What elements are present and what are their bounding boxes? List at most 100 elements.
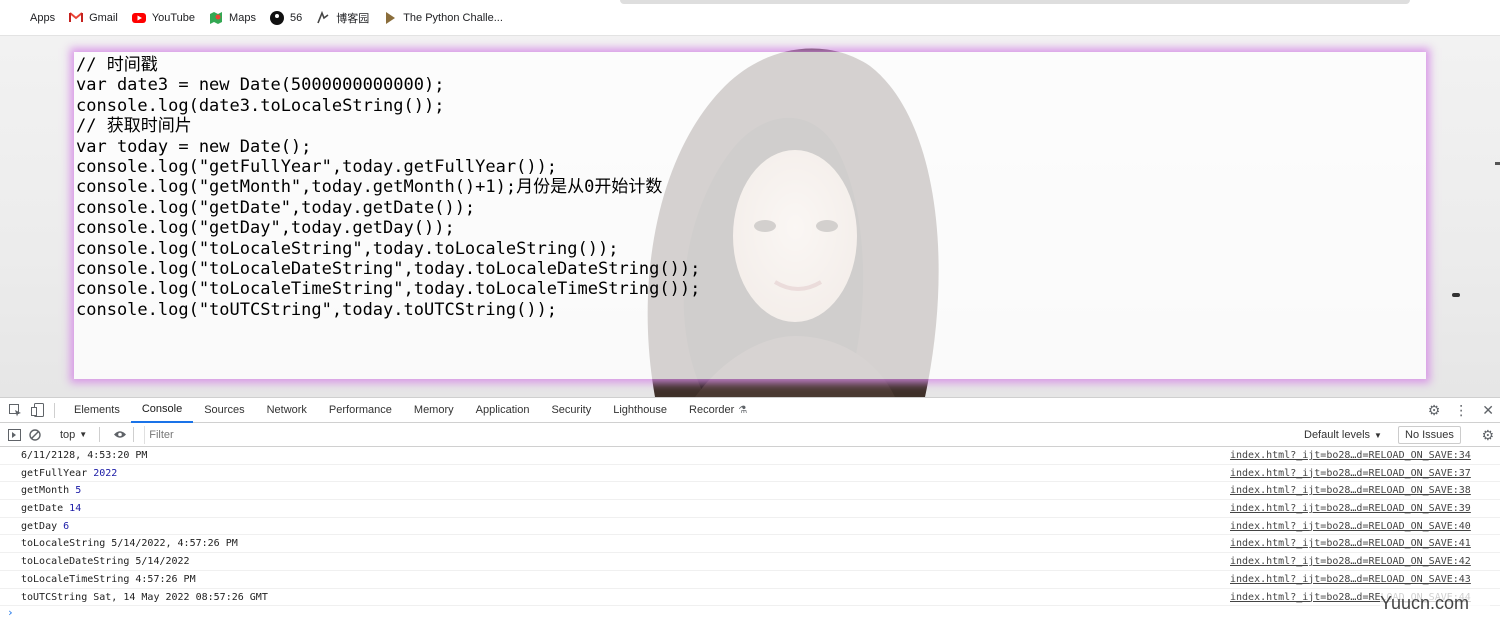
console-source-link[interactable]: index.html?_ijt=bo28…d=RELOAD_ON_SAVE:34 <box>1230 450 1471 461</box>
bookmark-label: 56 <box>289 11 303 24</box>
toolbar-divider <box>54 402 55 418</box>
youtube-icon <box>131 11 146 25</box>
console-row: toLocaleDateString 5/14/2022 index.html?… <box>0 553 1500 571</box>
bookmark-label: Apps <box>30 11 56 24</box>
code-line: // 时间戳 <box>76 55 158 75</box>
console-row: toLocaleString 5/14/2022, 4:57:26 PM ind… <box>0 535 1500 554</box>
toolbar-divider <box>133 427 135 442</box>
show-sidebar-icon[interactable] <box>7 428 21 442</box>
bookmark-56[interactable]: 56 <box>269 7 303 29</box>
bookmark-maps[interactable]: Maps <box>209 7 256 29</box>
dropdown-arrow-icon: ▼ <box>1374 430 1382 440</box>
tab-lighthouse[interactable]: Lighthouse <box>602 398 678 423</box>
site-56-icon <box>269 10 284 25</box>
watermark: Yuucn.com <box>1380 593 1490 615</box>
maps-icon <box>209 11 223 25</box>
issues-button[interactable]: No Issues <box>1398 426 1461 444</box>
bookmark-label: 博客园 <box>336 12 370 25</box>
live-expression-eye-icon[interactable] <box>113 428 127 442</box>
bookmark-gmail[interactable]: Gmail <box>69 7 118 29</box>
tab-recorder-label: Recorder <box>689 404 735 416</box>
close-devtools-icon[interactable]: ✕ <box>1482 402 1494 419</box>
console-message: getDay 6 <box>21 520 70 532</box>
console-message: getDate 14 <box>21 503 82 515</box>
devtools-actions: ⚙ ⋮ ✕ <box>1414 398 1494 423</box>
console-message: toUTCString Sat, 14 May 2022 08:57:26 GM… <box>21 591 268 603</box>
code-lines: // 时间戳 var date3 = new Date(500000000000… <box>74 52 1426 320</box>
tab-sources[interactable]: Sources <box>193 398 255 423</box>
python-challenge-icon <box>383 11 397 25</box>
console-source-link[interactable]: index.html?_ijt=bo28…d=RELOAD_ON_SAVE:40 <box>1230 521 1471 532</box>
tab-console[interactable]: Console <box>130 398 194 423</box>
code-line: console.log("getDay",today.getDay()); <box>76 218 455 239</box>
context-value: top <box>60 428 76 441</box>
code-line: console.log("getFullYear",today.getFullY… <box>76 157 558 178</box>
execution-context-select[interactable]: top ▼ <box>54 429 93 441</box>
device-toolbar-icon[interactable] <box>30 403 44 417</box>
console-row: getDate 14 index.html?_ijt=bo28…d=RELOAD… <box>0 500 1500 518</box>
code-line: // 获取时间片 <box>76 116 192 137</box>
code-line: var today = new Date(); <box>76 136 312 157</box>
bookmark-apps[interactable]: Apps <box>10 7 55 29</box>
tab-network[interactable]: Network <box>256 398 318 423</box>
code-line: console.log("toLocaleTimeString",today.t… <box>76 279 701 300</box>
tab-recorder[interactable]: Recorder ⚗ <box>678 398 758 423</box>
console-message: toLocaleTimeString 4:57:26 PM <box>21 573 196 585</box>
bookmark-label: YouTube <box>151 11 196 24</box>
tab-application[interactable]: Application <box>465 398 541 423</box>
console-prompt-chevron-icon: › <box>7 606 14 620</box>
bookmarks-bar: Apps Gmail YouTube Maps 56 博客园 The Pytho… <box>0 0 1500 36</box>
code-line: console.log("getDate",today.getDate()); <box>76 197 476 218</box>
bookmark-label: Gmail <box>89 11 118 24</box>
bookmark-label: The Python Challe... <box>403 11 503 24</box>
code-line: console.log("toLocaleDateString",today.t… <box>76 259 701 280</box>
more-options-icon[interactable]: ⋮ <box>1454 402 1468 419</box>
console-source-link[interactable]: index.html?_ijt=bo28…d=RELOAD_ON_SAVE:39 <box>1230 503 1471 514</box>
tab-strip-edge <box>620 0 1410 4</box>
console-message: getFullYear 2022 <box>21 467 118 479</box>
console-row: getDay 6 index.html?_ijt=bo28…d=RELOAD_O… <box>0 518 1500 536</box>
console-source-link[interactable]: index.html?_ijt=bo28…d=RELOAD_ON_SAVE:37 <box>1230 468 1471 479</box>
bookmark-label: Maps <box>229 11 256 24</box>
console-messages: 6/11/2128, 4:53:20 PM index.html?_ijt=bo… <box>0 447 1500 624</box>
console-source-link[interactable]: index.html?_ijt=bo28…d=RELOAD_ON_SAVE:42 <box>1230 556 1471 567</box>
console-row: toUTCString Sat, 14 May 2022 08:57:26 GM… <box>0 589 1500 607</box>
console-source-link[interactable]: index.html?_ijt=bo28…d=RELOAD_ON_SAVE:38 <box>1230 485 1471 496</box>
tab-performance[interactable]: Performance <box>318 398 403 423</box>
toolbar-divider <box>99 427 101 442</box>
tab-memory[interactable]: Memory <box>403 398 465 423</box>
page-viewport: // 时间戳 var date3 = new Date(500000000000… <box>0 36 1500 397</box>
bookmark-youtube[interactable]: YouTube <box>131 7 196 29</box>
clear-console-icon[interactable] <box>28 428 42 442</box>
console-message: getMonth 5 <box>21 485 82 497</box>
tab-security[interactable]: Security <box>540 398 602 423</box>
console-settings-gear-icon[interactable]: ⚙ <box>1481 427 1494 444</box>
code-line: console.log(date3.toLocaleString()); <box>76 95 445 116</box>
console-row: getFullYear 2022 index.html?_ijt=bo28…d=… <box>0 465 1500 483</box>
inspect-element-icon[interactable] <box>8 403 22 417</box>
cnblogs-icon <box>316 10 330 25</box>
code-line: console.log("toUTCString",today.toUTCStr… <box>76 299 558 320</box>
bookmark-cnblogs[interactable]: 博客园 <box>316 7 369 29</box>
background-speck <box>1452 293 1460 297</box>
code-line: var date3 = new Date(5000000000000); <box>76 75 445 96</box>
apps-grid-icon <box>10 11 24 25</box>
tab-elements[interactable]: Elements <box>63 398 131 423</box>
console-source-link[interactable]: index.html?_ijt=bo28…d=RELOAD_ON_SAVE:43 <box>1230 574 1471 585</box>
console-message: toLocaleString 5/14/2022, 4:57:26 PM <box>21 538 238 550</box>
console-row: getMonth 5 index.html?_ijt=bo28…d=RELOAD… <box>0 482 1500 501</box>
code-line: console.log("toLocaleString",today.toLoc… <box>76 238 619 259</box>
log-levels-label: Default levels <box>1304 429 1371 441</box>
console-toolbar: top ▼ Default levels ▼ No Issues ⚙ <box>0 423 1500 447</box>
devtools-panel: Elements Console Sources Network Perform… <box>0 397 1500 634</box>
console-source-link[interactable]: index.html?_ijt=bo28…d=RELOAD_ON_SAVE:41 <box>1230 538 1471 549</box>
console-filter-input[interactable] <box>144 425 1293 444</box>
console-prompt-row[interactable]: › <box>0 606 1500 624</box>
console-row: toLocaleTimeString 4:57:26 PM index.html… <box>0 571 1500 589</box>
code-display-box: // 时间戳 var date3 = new Date(500000000000… <box>74 52 1426 379</box>
settings-gear-icon[interactable]: ⚙ <box>1428 402 1441 419</box>
console-message: toLocaleDateString 5/14/2022 <box>21 556 190 568</box>
log-levels-select[interactable]: Default levels ▼ <box>1298 426 1388 444</box>
console-message: 6/11/2128, 4:53:20 PM <box>21 450 148 461</box>
bookmark-python-challenge[interactable]: The Python Challe... <box>383 7 503 29</box>
